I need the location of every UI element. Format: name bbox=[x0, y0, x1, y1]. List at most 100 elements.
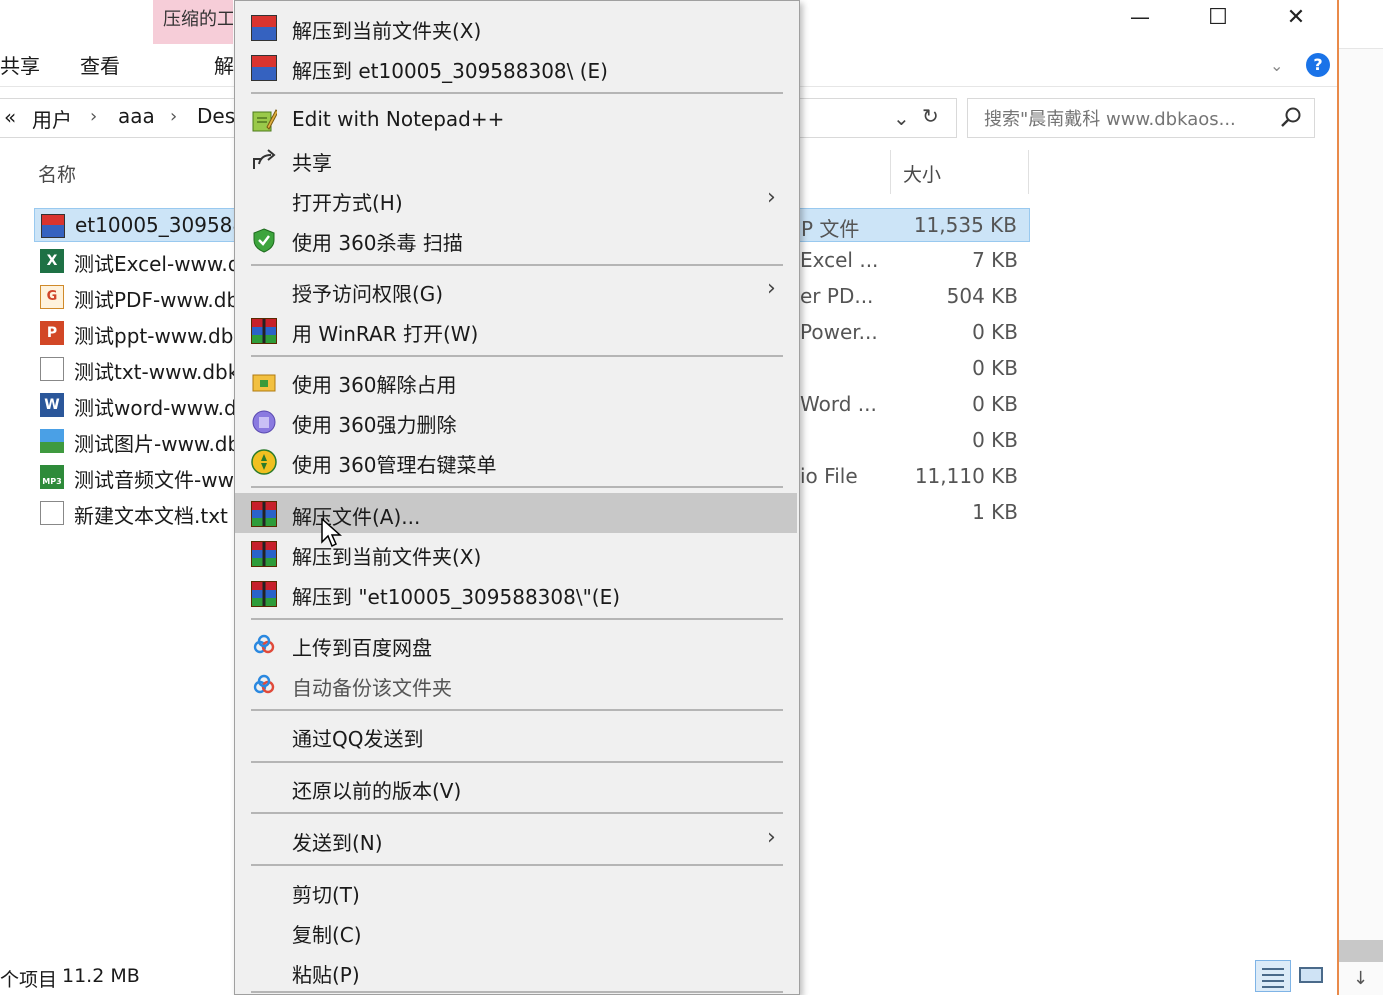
tab-share[interactable]: 共享 bbox=[0, 50, 40, 79]
file-size: 11,535 KB bbox=[913, 213, 1017, 237]
menu-separator bbox=[251, 761, 783, 763]
submenu-arrow-icon: › bbox=[767, 185, 776, 210]
file-size: 0 KB bbox=[972, 392, 1018, 416]
address-dropdown-icon[interactable]: ⌄ bbox=[893, 106, 910, 130]
search-input[interactable] bbox=[982, 105, 1276, 133]
menu-item-notepad[interactable]: Edit with Notepad++ bbox=[235, 99, 797, 139]
details-view-button[interactable] bbox=[1255, 960, 1291, 992]
menu-item-extract-here[interactable]: 解压到当前文件夹(X) bbox=[235, 533, 797, 573]
status-selected-size: 11.2 MB bbox=[62, 965, 140, 987]
word-icon: W bbox=[40, 393, 64, 417]
mp3-icon: MP3 bbox=[40, 465, 64, 489]
winrar-extract-icon bbox=[251, 15, 277, 41]
excel-icon: X bbox=[40, 249, 64, 273]
scroll-down-arrow-icon[interactable]: ↓ bbox=[1353, 968, 1368, 989]
360-unlock-folder-icon bbox=[252, 374, 276, 392]
breadcrumb-aaa[interactable]: aaa bbox=[118, 104, 155, 128]
menu-item-extract-to-top[interactable]: 解压到 et10005_309588308\ (E) bbox=[235, 47, 797, 87]
menu-separator bbox=[251, 864, 783, 866]
ribbon-expand-chevron-icon[interactable]: ⌄ bbox=[1270, 56, 1283, 75]
breadcrumb-users[interactable]: 用户 bbox=[32, 104, 72, 133]
menu-item-360-manage-menu[interactable]: 使用 360管理右键菜单 bbox=[235, 441, 797, 481]
details-view-icon bbox=[1262, 968, 1284, 988]
menu-item-label: 粘贴(P) bbox=[292, 963, 360, 987]
background-window: ↓ bbox=[1339, 0, 1383, 995]
back-chevrons-icon[interactable]: « bbox=[4, 105, 16, 129]
menu-item-label: 还原以前的版本(V) bbox=[292, 779, 462, 803]
breadcrumb-desktop[interactable]: Des bbox=[197, 104, 235, 128]
baidu-netdisk-icon bbox=[253, 634, 275, 654]
close-button[interactable]: ✕ bbox=[1266, 0, 1326, 34]
file-size: 1 KB bbox=[972, 500, 1018, 524]
file-size: 0 KB bbox=[972, 356, 1018, 380]
mouse-cursor-icon bbox=[321, 518, 342, 548]
maximize-button[interactable]: ☐ bbox=[1188, 0, 1248, 34]
menu-item-grant-access[interactable]: 授予访问权限(G) › bbox=[235, 270, 797, 310]
menu-item-label: 使用 360杀毒 扫描 bbox=[292, 231, 463, 255]
menu-item-label: 解压文件(A)... bbox=[292, 505, 421, 529]
winrar-icon bbox=[251, 501, 277, 527]
file-type: Excel ... bbox=[800, 248, 879, 272]
menu-item-label: 打开方式(H) bbox=[292, 191, 403, 215]
menu-separator bbox=[251, 92, 783, 94]
column-header-size[interactable]: 大小 bbox=[903, 160, 941, 187]
menu-item-extract-here-top[interactable]: 解压到当前文件夹(X) bbox=[235, 7, 797, 47]
menu-separator bbox=[251, 486, 783, 488]
column-divider[interactable] bbox=[890, 150, 891, 194]
column-header-name[interactable]: 名称 bbox=[38, 160, 76, 187]
breadcrumb-separator-icon: › bbox=[170, 106, 178, 127]
tab-view[interactable]: 查看 bbox=[80, 50, 120, 79]
share-icon bbox=[253, 149, 276, 169]
menu-item-360-force-delete[interactable]: 使用 360强力删除 bbox=[235, 401, 797, 441]
ppt-icon: P bbox=[40, 321, 64, 345]
menu-item-upload-baidu[interactable]: 上传到百度网盘 bbox=[235, 624, 797, 664]
menu-item-auto-backup[interactable]: 自动备份该文件夹 bbox=[235, 664, 797, 704]
360-manage-menu-icon bbox=[251, 449, 277, 475]
search-icon[interactable] bbox=[1280, 106, 1302, 128]
file-size: 7 KB bbox=[972, 248, 1018, 272]
help-icon[interactable]: ? bbox=[1306, 53, 1330, 77]
menu-item-restore-versions[interactable]: 还原以前的版本(V) bbox=[235, 767, 797, 807]
pdf-icon: G bbox=[40, 285, 64, 309]
menu-item-send-qq[interactable]: 通过QQ发送到 bbox=[235, 715, 797, 755]
menu-item-label: 使用 360强力删除 bbox=[292, 413, 457, 437]
menu-item-360-scan[interactable]: 使用 360杀毒 扫描 bbox=[235, 219, 797, 259]
menu-item-label: 解压到 et10005_309588308\ (E) bbox=[292, 59, 608, 83]
maximize-icon: ☐ bbox=[1208, 4, 1228, 30]
scrollbar-thumb[interactable] bbox=[1339, 940, 1383, 962]
tab-extract[interactable]: 解 bbox=[214, 50, 234, 79]
menu-item-label: 剪切(T) bbox=[292, 883, 360, 907]
menu-item-label: 共享 bbox=[292, 151, 332, 175]
menu-item-extract-files[interactable]: 解压文件(A)... bbox=[235, 493, 797, 533]
large-icons-view-icon bbox=[1299, 967, 1323, 983]
submenu-arrow-icon: › bbox=[767, 276, 776, 301]
menu-item-cut[interactable]: 剪切(T) bbox=[235, 871, 797, 911]
menu-item-extract-to[interactable]: 解压到 "et10005_309588308\"(E) bbox=[235, 573, 797, 613]
file-size: 504 KB bbox=[946, 284, 1018, 308]
file-size: 0 KB bbox=[972, 320, 1018, 344]
status-item-count: 个项目 bbox=[0, 969, 58, 991]
refresh-icon[interactable]: ↻ bbox=[922, 104, 939, 128]
menu-item-360-unlock[interactable]: 使用 360解除占用 bbox=[235, 361, 797, 401]
menu-item-open-winrar[interactable]: 用 WinRAR 打开(W) bbox=[235, 310, 797, 350]
menu-item-paste[interactable]: 粘贴(P) bbox=[235, 951, 797, 991]
menu-item-send-to[interactable]: 发送到(N) › bbox=[235, 819, 797, 859]
submenu-arrow-icon: › bbox=[767, 825, 776, 850]
baidu-netdisk-icon bbox=[253, 674, 275, 694]
file-type: io File bbox=[800, 464, 858, 488]
breadcrumb-separator-icon: › bbox=[90, 106, 98, 127]
column-divider[interactable] bbox=[1028, 150, 1029, 194]
close-icon: ✕ bbox=[1286, 4, 1306, 30]
notepad-plus-plus-icon bbox=[252, 109, 277, 132]
menu-separator bbox=[251, 991, 783, 993]
menu-item-label: Edit with Notepad++ bbox=[292, 107, 505, 131]
search-box[interactable] bbox=[967, 98, 1315, 138]
large-icons-view-button[interactable] bbox=[1294, 960, 1330, 992]
menu-item-copy[interactable]: 复制(C) bbox=[235, 911, 797, 951]
compressed-tools-tab[interactable]: 压缩的工具 bbox=[153, 0, 233, 44]
context-menu: 解压到当前文件夹(X) 解压到 et10005_309588308\ (E) E… bbox=[234, 0, 800, 995]
menu-item-open-with[interactable]: 打开方式(H) › bbox=[235, 179, 797, 219]
file-name: 新建文本文档.txt bbox=[74, 504, 228, 528]
menu-item-share[interactable]: 共享 bbox=[235, 139, 797, 179]
minimize-button[interactable]: — bbox=[1110, 0, 1170, 34]
